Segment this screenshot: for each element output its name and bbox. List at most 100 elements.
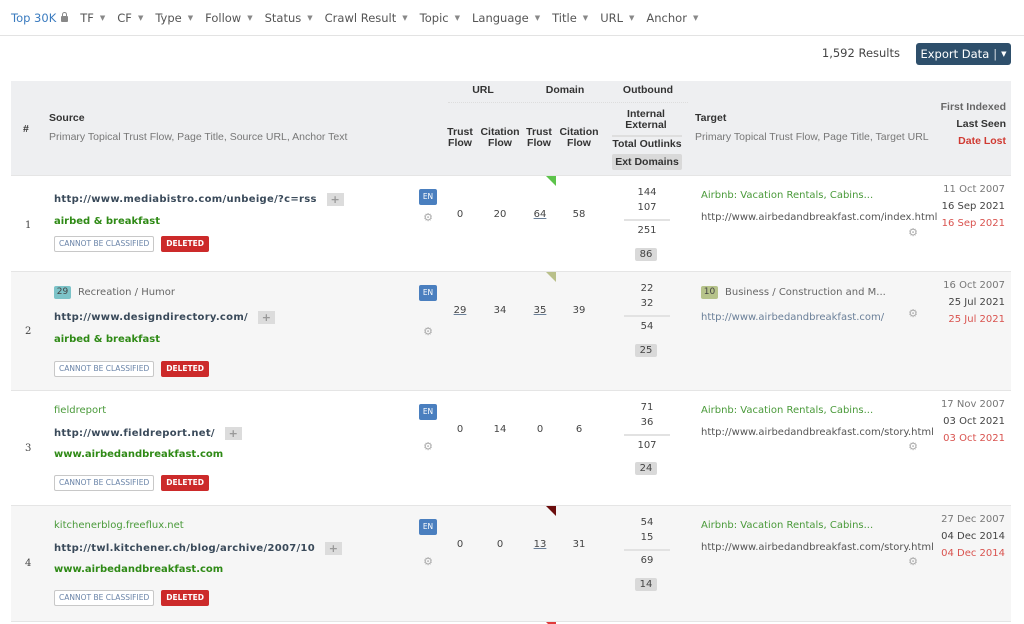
filter-crawl-result[interactable]: Crawl Result ▼ xyxy=(325,11,408,25)
source-url-link[interactable]: http://www.mediabistro.com/unbeige/?c=rs… xyxy=(54,194,317,205)
anchor-text: airbed & breakfast xyxy=(54,334,160,345)
col-source[interactable]: Source xyxy=(49,113,85,124)
last-seen: 25 Jul 2021 xyxy=(948,297,1005,308)
filter-label: Type xyxy=(155,10,182,25)
filter-title[interactable]: Title ▼ xyxy=(552,11,588,25)
caret-down-icon: ▼ xyxy=(692,13,699,22)
row-tags: CANNOT BE CLASSIFIED DELETED xyxy=(54,475,209,491)
col-domain-citation-flow[interactable]: Citation Flow xyxy=(559,127,599,149)
source-url-link[interactable]: http://twl.kitchener.ch/blog/archive/200… xyxy=(54,543,315,554)
external-links: 15 xyxy=(640,532,654,543)
col-url-citation-flow[interactable]: Citation Flow xyxy=(480,127,520,149)
table-row: 2 29 Recreation / Humor http://www.desig… xyxy=(11,271,1011,390)
domain-citation-flow: 6 xyxy=(575,424,583,435)
gear-icon[interactable]: ⚙ xyxy=(423,441,433,452)
domain-trust-flow[interactable]: 13 xyxy=(525,539,555,550)
target-url[interactable]: http://www.airbedandbreakfast.com/story.… xyxy=(701,542,934,553)
export-data-button[interactable]: Export Data | ▼ xyxy=(916,43,1011,65)
caret-down-icon[interactable]: ▼ xyxy=(1001,50,1006,58)
expand-plus-button[interactable]: + xyxy=(324,542,342,555)
filter-anchor[interactable]: Anchor ▼ xyxy=(646,11,698,25)
target-url[interactable]: http://www.airbedandbreakfast.com/index.… xyxy=(701,212,937,223)
source-url: http://twl.kitchener.ch/blog/archive/200… xyxy=(54,542,342,555)
expand-plus-button[interactable]: + xyxy=(258,311,275,324)
source-url-link[interactable]: http://www.fieldreport.net/ xyxy=(54,428,215,439)
expand-plus-button[interactable]: + xyxy=(224,427,242,440)
url-citation-flow: 0 xyxy=(496,539,504,550)
target-title: Airbnb: Vacation Rentals, Cabins... xyxy=(701,520,874,531)
source-url-link[interactable]: http://www.designdirectory.com/ xyxy=(54,312,248,323)
classification-tag: CANNOT BE CLASSIFIED xyxy=(54,590,155,606)
caret-down-icon: ▼ xyxy=(402,13,408,22)
col-first-indexed[interactable]: First Indexed xyxy=(941,102,1006,113)
col-url-trust-flow[interactable]: Trust Flow xyxy=(445,127,475,149)
target-url[interactable]: http://www.airbedandbreakfast.com/story.… xyxy=(701,427,934,438)
filter-language[interactable]: Language ▼ xyxy=(472,11,540,25)
gear-icon[interactable]: ⚙ xyxy=(423,212,433,223)
filter-follow[interactable]: Follow ▼ xyxy=(205,11,252,25)
target-url[interactable]: http://www.airbedandbreakfast.com/ xyxy=(701,312,884,323)
filter-tf[interactable]: TF ▼ xyxy=(80,11,105,25)
lock-icon xyxy=(61,11,69,22)
caret-down-icon: ▼ xyxy=(454,13,460,22)
col-target[interactable]: Target xyxy=(695,113,726,124)
internal-links: 54 xyxy=(640,517,654,528)
internal-links: 144 xyxy=(637,187,657,198)
gear-icon[interactable]: ⚙ xyxy=(423,326,433,337)
domain-trust-flow[interactable]: 64 xyxy=(525,209,555,220)
topic-label: Business / Construction and M... xyxy=(725,287,886,298)
topic-label: Recreation / Humor xyxy=(78,287,176,298)
status-badge: DELETED xyxy=(161,361,209,377)
domain-trust-flow: 0 xyxy=(536,424,544,435)
domain-citation-flow: 39 xyxy=(572,305,586,316)
gear-icon[interactable]: ⚙ xyxy=(908,556,918,567)
filter-bar: Top 30K TF ▼ CF ▼ Type ▼ Follow ▼ Status ▼ Cr… xyxy=(0,0,1024,36)
col-external[interactable]: External xyxy=(616,120,676,131)
outbound-divider xyxy=(624,549,670,551)
url-citation-flow: 20 xyxy=(493,209,507,220)
row-number: 2 xyxy=(25,326,32,337)
col-ext-domains[interactable]: Ext Domains xyxy=(607,154,687,170)
filter-label: URL xyxy=(600,10,624,25)
group-divider xyxy=(448,102,688,103)
filter-label: Title xyxy=(552,10,577,25)
total-outlinks: 54 xyxy=(640,321,654,332)
filter-label: Follow xyxy=(205,10,242,25)
filter-type[interactable]: Type ▼ xyxy=(155,11,193,25)
filter-top30k[interactable]: Top 30K xyxy=(11,11,69,25)
filter-status[interactable]: Status ▼ xyxy=(265,11,313,25)
col-total-outlinks[interactable]: Total Outlinks xyxy=(607,139,687,150)
export-label: Export Data xyxy=(920,47,990,61)
external-links: 36 xyxy=(640,417,654,428)
filter-label: Topic xyxy=(419,10,449,25)
topic-flag-icon xyxy=(546,272,556,282)
gear-icon[interactable]: ⚙ xyxy=(423,556,433,567)
filter-topic[interactable]: Topic ▼ xyxy=(420,11,460,25)
last-seen: 04 Dec 2014 xyxy=(941,531,1005,542)
expand-plus-button[interactable]: + xyxy=(326,193,344,206)
external-links: 32 xyxy=(640,298,654,309)
gear-icon[interactable]: ⚙ xyxy=(908,308,918,319)
filter-cf[interactable]: CF ▼ xyxy=(117,11,143,25)
col-last-seen[interactable]: Last Seen xyxy=(956,119,1006,130)
first-indexed: 16 Oct 2007 xyxy=(943,280,1005,291)
url-trust-flow[interactable]: 29 xyxy=(445,305,475,316)
url-citation-flow: 14 xyxy=(493,424,507,435)
row-tags: CANNOT BE CLASSIFIED DELETED xyxy=(54,361,209,377)
domain-trust-flow[interactable]: 35 xyxy=(525,305,555,316)
total-outlinks: 107 xyxy=(637,440,657,451)
last-seen: 03 Oct 2021 xyxy=(943,416,1005,427)
row-tags: CANNOT BE CLASSIFIED DELETED xyxy=(54,590,209,606)
gear-icon[interactable]: ⚙ xyxy=(908,441,918,452)
filter-url[interactable]: URL ▼ xyxy=(600,11,634,25)
group-url: URL xyxy=(472,84,494,96)
col-num: # xyxy=(23,123,29,135)
status-badge: DELETED xyxy=(161,475,209,491)
col-domain-trust-flow[interactable]: Trust Flow xyxy=(524,127,554,149)
date-lost: 04 Dec 2014 xyxy=(941,548,1005,559)
caret-down-icon: ▼ xyxy=(307,13,313,22)
col-date-lost[interactable]: Date Lost xyxy=(958,136,1006,147)
target-title: Airbnb: Vacation Rentals, Cabins... xyxy=(701,190,874,201)
gear-icon[interactable]: ⚙ xyxy=(908,227,918,238)
results-count: 1,592 Results xyxy=(821,46,900,60)
